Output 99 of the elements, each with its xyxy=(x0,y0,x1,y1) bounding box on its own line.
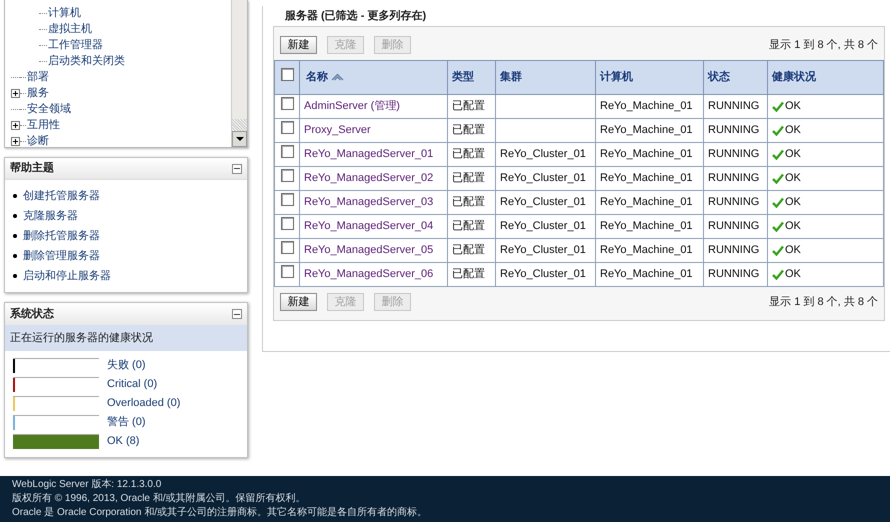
table-cell: RUNNING xyxy=(704,142,768,166)
toolbar-button[interactable]: 新建 xyxy=(280,293,317,311)
checkmark-icon xyxy=(772,173,784,184)
sort-ascending-icon[interactable] xyxy=(331,73,344,82)
panel-title: 帮助主题 xyxy=(10,160,54,176)
health-status: OK xyxy=(785,243,801,258)
table-cell: RUNNING xyxy=(704,190,768,214)
checkmark-icon xyxy=(772,221,784,232)
table-cell: RUNNING xyxy=(704,238,768,262)
health-link[interactable]: 失败 (0) xyxy=(107,356,146,374)
scrollbar[interactable] xyxy=(231,0,247,147)
table-cell: 已配置 xyxy=(448,238,496,262)
expand-icon[interactable] xyxy=(11,88,20,98)
tree-item[interactable]: 部署 xyxy=(27,68,49,86)
table-cell: 已配置 xyxy=(448,166,496,190)
help-link[interactable]: 启动和停止服务器 xyxy=(23,268,111,284)
table-cell: ReYo_Cluster_01 xyxy=(496,262,596,286)
table-cell: ReYo_Cluster_01 xyxy=(496,214,596,238)
tree-item[interactable]: 工作管理器 xyxy=(48,36,103,54)
collapse-icon[interactable] xyxy=(232,164,242,174)
expand-icon[interactable] xyxy=(11,136,20,146)
health-link[interactable]: Overloaded (0) xyxy=(107,394,180,412)
column-header[interactable]: 名称 xyxy=(300,60,448,94)
row-checkbox[interactable] xyxy=(280,193,294,206)
row-checkbox[interactable] xyxy=(280,241,294,254)
row-checkbox[interactable] xyxy=(280,68,294,82)
expand-icon[interactable] xyxy=(11,120,20,130)
table-cell: 已配置 xyxy=(448,262,496,286)
table-cell: 已配置 xyxy=(448,94,496,118)
help-link[interactable]: 创建托管服务器 xyxy=(23,188,100,204)
checkmark-icon xyxy=(772,125,784,136)
health-status: OK xyxy=(785,147,801,162)
table-cell: RUNNING xyxy=(704,166,768,190)
checkmark-icon xyxy=(772,101,784,112)
scrollbar-thumb[interactable] xyxy=(232,119,247,131)
health-link[interactable]: 警告 (0) xyxy=(107,414,146,430)
column-header[interactable]: 健康状况 xyxy=(768,60,884,94)
footer-text: WebLogic Server 版本: 12.1.3.0.0 xyxy=(12,478,162,492)
row-checkbox[interactable] xyxy=(280,97,294,110)
table-cell: ReYo_Cluster_01 xyxy=(496,238,596,262)
panel-title: 系统状态 xyxy=(10,306,54,322)
panel-subtitle: 正在运行的服务器的健康状况 xyxy=(5,325,247,351)
table-cell: ReYo_Machine_01 xyxy=(596,214,704,238)
checkmark-icon xyxy=(772,245,784,256)
footer-text: 版权所有 © 1996, 2013, Oracle 和/或其附属公司。保留所有权利。 xyxy=(12,492,307,506)
table-cell: 已配置 xyxy=(448,214,496,238)
footer-text: Oracle 是 Oracle Corporation 和/或其子公司的注册商标。其它名称可能是各自所有者的商标。 xyxy=(12,506,428,520)
checkmark-icon xyxy=(772,149,784,160)
table-cell: ReYo_Cluster_01 xyxy=(496,142,596,166)
toolbar-button[interactable]: 新建 xyxy=(280,36,317,54)
row-checkbox[interactable] xyxy=(280,145,294,158)
health-status: OK xyxy=(785,171,801,186)
help-link[interactable]: 克隆服务器 xyxy=(23,208,78,224)
health-link[interactable]: OK (8) xyxy=(107,432,140,450)
tree-item[interactable]: 服务 xyxy=(27,84,49,102)
table-cell: ReYo_Machine_01 xyxy=(596,238,704,262)
table-cell: RUNNING xyxy=(704,94,768,118)
pagination-text: 显示 1 到 8 个, 共 8 个 xyxy=(769,38,878,53)
checkmark-icon xyxy=(772,197,784,208)
tree-item[interactable]: 互用性 xyxy=(27,116,60,134)
collapse-icon[interactable] xyxy=(232,309,242,319)
health-status: OK xyxy=(785,195,801,210)
section-title: 服务器 (已筛选 - 更多列存在) xyxy=(284,8,428,24)
column-header[interactable]: 类型 xyxy=(448,60,496,94)
table-cell: ReYo_Machine_01 xyxy=(596,166,704,190)
tree-item[interactable]: 诊断 xyxy=(27,132,49,150)
table-cell: ReYo_Cluster_01 xyxy=(496,190,596,214)
health-link[interactable]: Critical (0) xyxy=(107,376,158,392)
health-status: OK xyxy=(785,219,801,234)
table-cell: ReYo_Machine_01 xyxy=(596,190,704,214)
table-cell: ReYo_Machine_01 xyxy=(596,94,704,118)
health-status: OK xyxy=(785,267,801,282)
row-checkbox[interactable] xyxy=(280,169,294,182)
table-cell: ReYo_Cluster_01 xyxy=(496,166,596,190)
help-link[interactable]: 删除托管服务器 xyxy=(23,228,100,244)
tree-item[interactable]: 虚拟主机 xyxy=(48,20,92,38)
column-header[interactable]: 集群 xyxy=(496,60,596,94)
table-cell: 已配置 xyxy=(448,190,496,214)
table-cell: 已配置 xyxy=(448,142,496,166)
column-header[interactable]: 状态 xyxy=(704,60,768,94)
table-cell: RUNNING xyxy=(704,214,768,238)
column-header[interactable]: 计算机 xyxy=(596,60,704,94)
table-cell: 已配置 xyxy=(448,118,496,142)
table-cell: ReYo_Machine_01 xyxy=(596,142,704,166)
tree-item[interactable]: 启动类和关闭类 xyxy=(48,52,125,70)
checkmark-icon xyxy=(772,269,784,280)
row-checkbox[interactable] xyxy=(280,217,294,230)
tree-item[interactable]: 安全领域 xyxy=(27,100,71,118)
row-checkbox[interactable] xyxy=(280,121,294,134)
table-cell: ReYo_Machine_01 xyxy=(596,262,704,286)
table-cell: ReYo_Machine_01 xyxy=(596,118,704,142)
table-cell: RUNNING xyxy=(704,262,768,286)
row-checkbox[interactable] xyxy=(280,265,294,278)
pagination-text: 显示 1 到 8 个, 共 8 个 xyxy=(769,294,878,310)
health-status: OK xyxy=(785,123,801,138)
table-cell: RUNNING xyxy=(704,118,768,142)
help-link[interactable]: 删除管理服务器 xyxy=(23,248,100,264)
tree-item[interactable]: 计算机 xyxy=(48,4,81,22)
health-status: OK xyxy=(785,99,801,114)
